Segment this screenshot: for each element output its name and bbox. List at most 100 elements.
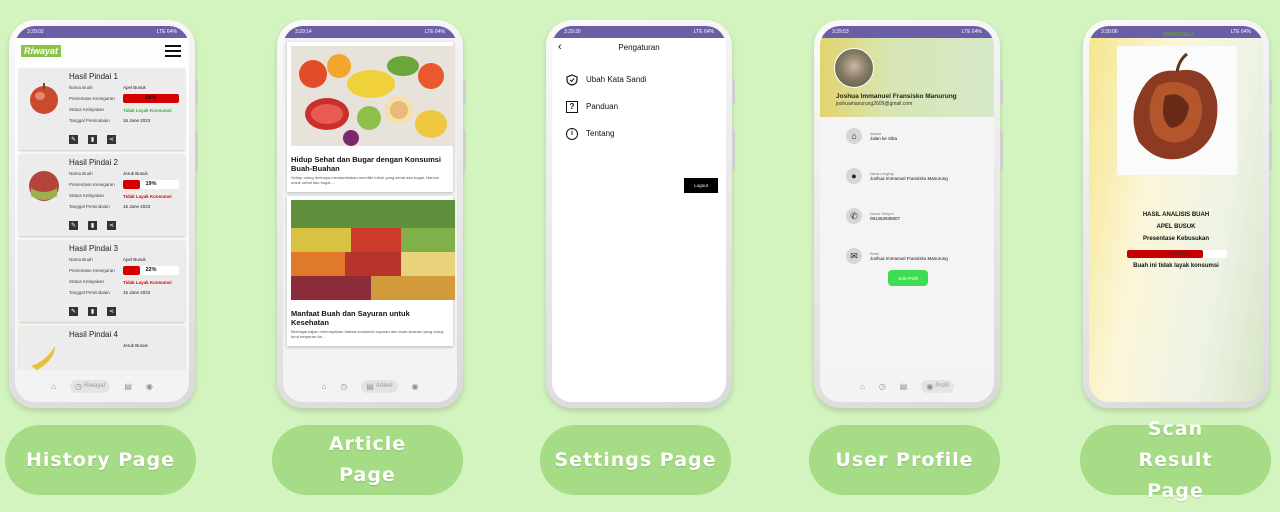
freshness-bar: 22% — [123, 266, 179, 275]
caption-scan: Scan Result Page — [1080, 418, 1271, 502]
settings-item-label: Panduan — [586, 102, 619, 111]
profile-email: joshuamanurung2609@gmail.com — [836, 101, 913, 107]
scan-date: 16 Jane 2023 — [123, 118, 151, 123]
history-icon[interactable]: ◷ — [340, 382, 347, 391]
label-date: Tanggal Pemindaian — [69, 118, 110, 123]
status-bar: 3:29:30 LTE 64% — [552, 26, 726, 38]
history-card[interactable]: Hasil Pindai 1 Nama Buah Presentase Kese… — [19, 68, 185, 150]
label-date: Tanggal Pemindaian — [69, 204, 110, 209]
vegetable-image — [291, 200, 455, 300]
status-network: LTE — [156, 29, 166, 35]
row-value: Joshua Immanuel Fransisko Manurung — [870, 255, 948, 261]
caption-text: History Page — [26, 448, 175, 471]
share-icon[interactable]: ⋖ — [107, 221, 116, 230]
status-time: 3:29:02 — [27, 29, 44, 35]
menu-icon[interactable] — [165, 45, 181, 57]
status-time: 3:29:53 — [832, 29, 849, 35]
profile-row-address: ⌂ Alamat Jalan ke Siba — [846, 128, 897, 144]
profile-icon[interactable]: ◉ — [146, 382, 153, 391]
label-name: Nama Buah — [69, 257, 93, 262]
bottom-nav: ⌂ ◷ ▤ ◉ Profil — [820, 370, 994, 402]
row-value: Joshua Immanuel Fransisko Manurung — [870, 175, 948, 181]
app-logo: SEHATDALU — [1163, 32, 1194, 38]
profile-row-fullname: ● Nama Lengkap Joshua Immanuel Fransisko … — [846, 168, 948, 184]
delete-icon[interactable]: ▮ — [88, 135, 97, 144]
freshness-bar: 98% — [123, 94, 179, 103]
home-icon[interactable]: ⌂ — [51, 382, 56, 391]
profile-header: Joshua Immanuel Fransisko Manurung joshu… — [820, 38, 994, 117]
status-battery: 64% — [1240, 29, 1251, 35]
history-card[interactable]: Hasil Pindai 2 Nama Buah Presentase Kese… — [19, 154, 185, 236]
history-icon[interactable]: ◷ — [879, 382, 886, 391]
nav-article[interactable]: ▤ Artikel — [361, 379, 398, 393]
card-title: Hasil Pindai 4 — [69, 330, 118, 339]
nav-label: Profil — [935, 383, 950, 389]
caption-text: Settings Page — [554, 448, 717, 471]
edit-icon[interactable]: ✎ — [69, 221, 78, 230]
apple-image — [29, 171, 59, 201]
fruit-result: APEL BUSUK — [1156, 224, 1196, 230]
article-desc: Setiap orang tentunya mendambakan memili… — [291, 175, 440, 185]
nav-history[interactable]: ◷ Riwayat — [69, 379, 111, 393]
article-icon[interactable]: ▤ — [124, 382, 132, 391]
back-arrow-icon[interactable]: ‹ — [558, 41, 562, 53]
phone-profile: 3:29:53 LTE 64% Joshua Immanuel Fransisk… — [814, 20, 1003, 408]
article-card[interactable]: Manfaat Buah dan Sayuran untuk Kesehatan… — [287, 196, 455, 346]
share-icon[interactable]: ⋖ — [107, 307, 116, 316]
freshness-pct: 19% — [145, 181, 157, 187]
history-card[interactable]: Hasil Pindai 3 Nama Buah Presentase Kese… — [19, 240, 185, 322]
phone-history: 3:29:02 LTE 64% Riwayat Hasil Pindai 1 N… — [9, 20, 198, 408]
home-icon[interactable]: ⌂ — [860, 382, 865, 391]
nav-profile[interactable]: ◉ Profil — [921, 379, 955, 393]
card-title: Hasil Pindai 3 — [69, 244, 118, 253]
profile-row-phone: ✆ Nomor Telepon 081362935807 — [846, 208, 900, 224]
label-pct: Presentase Kesegaran — [69, 96, 115, 101]
edit-icon[interactable]: ✎ — [69, 307, 78, 316]
article-title: Manfaat Buah dan Sayuran untuk Kesehatan — [291, 309, 410, 327]
status-time: 3:29:30 — [564, 29, 581, 35]
settings-item-about[interactable]: i Tentang — [552, 120, 726, 147]
avatar[interactable] — [834, 48, 874, 88]
fruit-name: Jeruk Busuk — [123, 343, 148, 348]
fruit-name: Apel Busuk — [123, 85, 146, 90]
home-icon[interactable]: ⌂ — [321, 382, 326, 391]
label-status: Status Kelayakan — [69, 107, 105, 112]
delete-icon[interactable]: ▮ — [88, 307, 97, 316]
history-header: Riwayat — [15, 38, 189, 64]
article-card[interactable]: Hidup Sehat dan Bugar dengan Konsumsi Bu… — [287, 42, 455, 192]
logout-button[interactable]: Logout — [684, 178, 718, 193]
rotten-apple-image — [1117, 46, 1237, 175]
banana-image — [31, 346, 55, 370]
nav-label: Riwayat — [83, 383, 106, 389]
article-icon[interactable]: ▤ — [900, 382, 908, 391]
history-screen: 3:29:02 LTE 64% Riwayat Hasil Pindai 1 N… — [15, 26, 189, 402]
profile-icon[interactable]: ◉ — [412, 382, 419, 391]
settings-item-label: Ubah Kata Sandi — [586, 75, 647, 84]
percentage-title: Presentase Kebusukan — [1142, 236, 1210, 242]
fruit-image — [291, 46, 455, 146]
settings-item-change-password[interactable]: Ubah Kata Sandi — [552, 66, 726, 93]
status-bar: 3:29:14 LTE 64% — [283, 26, 457, 38]
delete-icon[interactable]: ▮ — [88, 221, 97, 230]
scan-date: 16 Jane 2023 — [123, 290, 151, 295]
person-icon: ● — [846, 168, 862, 184]
status-network: LTE — [1230, 29, 1240, 35]
mail-icon: ✉ — [846, 248, 862, 264]
share-icon[interactable]: ⋖ — [107, 135, 116, 144]
status-bar: 3:29:53 LTE 64% — [820, 26, 994, 38]
status-battery: 64% — [434, 29, 445, 35]
phone-article: 3:29:14 LTE 64% Hidup Sehat dan Bugar de… — [277, 20, 466, 408]
status-time: 3:29:14 — [295, 29, 312, 35]
edit-profile-button[interactable]: Edit Profil — [888, 270, 928, 286]
settings-item-guide[interactable]: ? Panduan — [552, 93, 726, 120]
status-time: 3:30:06 — [1101, 29, 1118, 35]
article-icon: ▤ — [366, 381, 374, 391]
edit-icon[interactable]: ✎ — [69, 135, 78, 144]
label-pct: Presentase Kesegaran — [69, 268, 115, 273]
caption-text: Article Page — [328, 433, 407, 486]
caption-article: Article Page — [272, 425, 463, 495]
row-value: Jalan ke Siba — [870, 135, 898, 141]
nav-label: Artikel — [375, 383, 393, 389]
label-status: Status Kelayakan — [69, 279, 105, 284]
scan-screen: 3:30:06 LTE 64% SEHATDALU HASIL ANALISIS… — [1089, 26, 1263, 402]
